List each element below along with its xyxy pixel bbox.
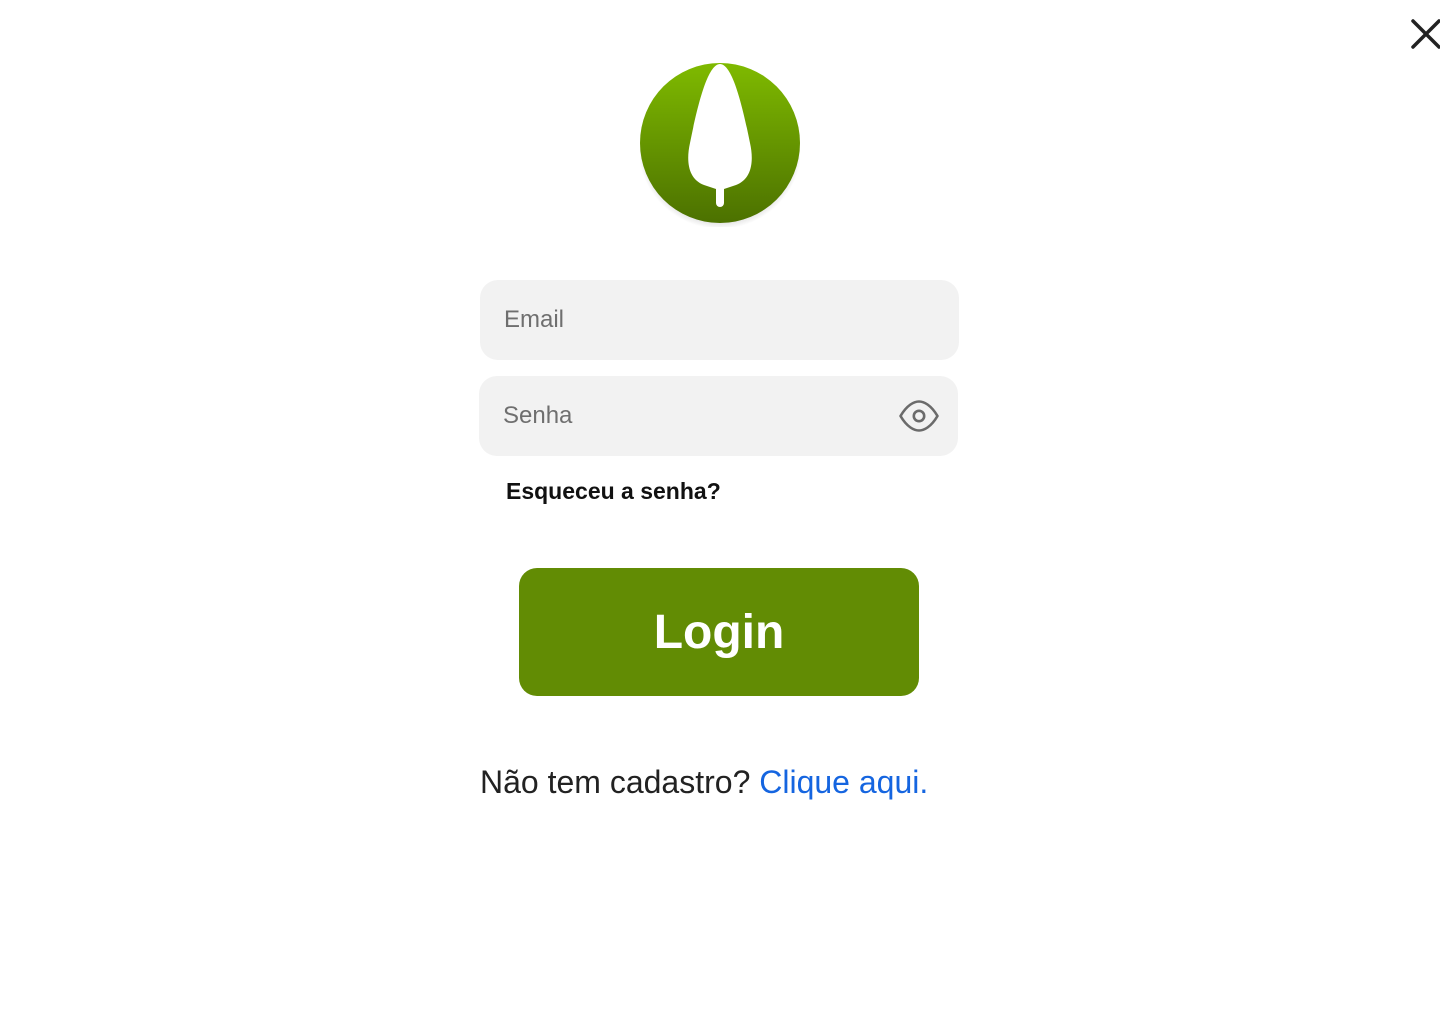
show-password-button[interactable] — [898, 397, 940, 435]
email-input[interactable] — [480, 280, 959, 360]
login-button[interactable]: Login — [519, 568, 919, 696]
tree-leaf-logo-icon — [640, 63, 800, 227]
signup-prompt-row: Não tem cadastro? Clique aqui. — [480, 764, 928, 801]
password-field-container — [479, 376, 958, 456]
forgot-password-link[interactable]: Esqueceu a senha? — [506, 478, 721, 505]
close-button[interactable] — [1406, 14, 1440, 54]
email-field-container — [480, 280, 959, 360]
close-icon — [1411, 19, 1440, 49]
password-input[interactable] — [479, 376, 958, 456]
signup-prompt-text: Não tem cadastro? — [480, 764, 751, 800]
signup-link[interactable]: Clique aqui. — [759, 764, 928, 800]
login-page: Esqueceu a senha? Login Não tem cadastro… — [0, 0, 1440, 1024]
eye-icon — [899, 400, 939, 432]
app-logo — [640, 63, 800, 227]
